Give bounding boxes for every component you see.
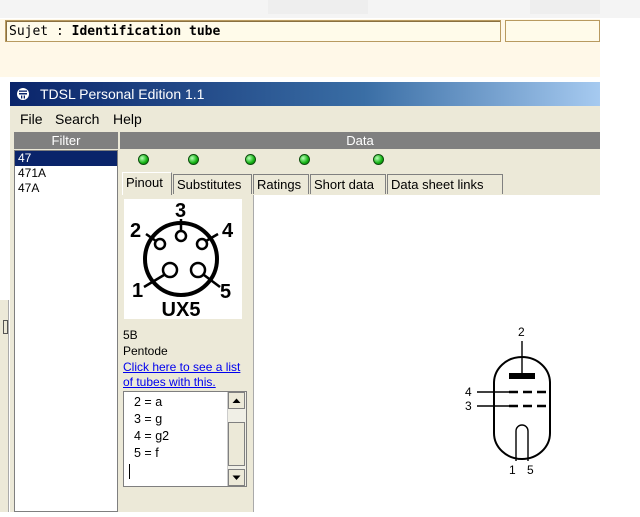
edge-mark bbox=[3, 320, 8, 334]
schematic-pin-label: 3 bbox=[465, 399, 472, 413]
subject-label: Sujet : bbox=[9, 24, 72, 39]
pin-assignment-line: 5 = f bbox=[134, 446, 159, 460]
tube-type: Pentode bbox=[123, 344, 168, 358]
tab-substitutes[interactable]: Substitutes bbox=[173, 174, 252, 194]
data-tabs: Pinout Substitutes Ratings Short data Da… bbox=[120, 172, 600, 195]
status-led bbox=[138, 154, 149, 165]
status-led bbox=[188, 154, 199, 165]
status-led bbox=[245, 154, 256, 165]
title-bar[interactable]: TDSL Personal Edition 1.1 bbox=[10, 82, 600, 106]
filter-list-item[interactable]: 471A bbox=[15, 166, 117, 181]
menu-file[interactable]: File bbox=[20, 108, 43, 130]
pin-number-label: 4 bbox=[222, 220, 234, 242]
scroll-thumb[interactable] bbox=[228, 422, 245, 466]
menu-search[interactable]: Search bbox=[55, 108, 99, 130]
pin-assignment-line: 4 = g2 bbox=[134, 429, 170, 443]
base-code: 5B bbox=[123, 328, 138, 342]
pin-number-label: 5 bbox=[220, 281, 231, 303]
scroll-up-button[interactable] bbox=[228, 392, 245, 409]
base-diagram-svg: 1 2 3 4 5 UX5 bbox=[130, 200, 234, 321]
app-icon bbox=[17, 88, 29, 100]
schematic-pin-label: 1 bbox=[509, 463, 516, 477]
tab-pinout[interactable]: Pinout bbox=[122, 172, 172, 195]
pin-number-label: 1 bbox=[132, 280, 143, 302]
subject-field[interactable]: Sujet : Identification tube bbox=[5, 20, 501, 42]
background-shape bbox=[530, 0, 600, 14]
window-title: TDSL Personal Edition 1.1 bbox=[40, 86, 205, 102]
text-caret bbox=[129, 464, 130, 479]
status-led-row bbox=[120, 150, 600, 170]
pin-assignment-textarea[interactable]: 2 = a 3 = g 4 = g2 5 = f bbox=[123, 391, 247, 487]
arrow-up-icon bbox=[232, 398, 241, 403]
data-header: Data bbox=[120, 132, 600, 149]
tube-schematic: 2 4 3 1 5 bbox=[465, 325, 551, 477]
filter-list-item[interactable]: 47A bbox=[15, 181, 117, 196]
tube-schematic-panel: 2 4 3 1 5 bbox=[253, 195, 601, 512]
pin-number-label: 2 bbox=[130, 220, 141, 242]
pinout-panel: 1 2 3 4 5 UX5 5B Pentode Click here to s… bbox=[120, 195, 252, 512]
tube-list-link[interactable]: Click here to see a list of tubes with t… bbox=[123, 360, 248, 390]
pin-assignment-line: 3 = g bbox=[134, 412, 163, 426]
pin-assignment-line: 2 = a bbox=[134, 395, 163, 409]
filter-header: Filter bbox=[14, 132, 118, 149]
background-strip bbox=[0, 0, 640, 18]
background-shape bbox=[268, 0, 368, 14]
schematic-pin-label: 2 bbox=[518, 325, 525, 339]
filter-list-item[interactable]: 47 bbox=[15, 151, 117, 166]
background-window-edge bbox=[0, 300, 9, 512]
tab-data-sheet-links[interactable]: Data sheet links bbox=[387, 174, 503, 194]
textarea-scrollbar[interactable] bbox=[227, 392, 246, 486]
pin-number-label: 3 bbox=[175, 200, 186, 222]
scroll-down-button[interactable] bbox=[228, 469, 245, 486]
filter-list[interactable]: 47 471A 47A bbox=[14, 150, 118, 512]
tab-ratings[interactable]: Ratings bbox=[253, 174, 309, 194]
base-type-label: UX5 bbox=[162, 299, 201, 319]
secondary-field[interactable] bbox=[505, 20, 600, 42]
arrow-down-icon bbox=[232, 475, 241, 480]
schematic-pin-label: 5 bbox=[527, 463, 534, 477]
app-window: TDSL Personal Edition 1.1 File Search He… bbox=[10, 82, 601, 512]
menu-help[interactable]: Help bbox=[113, 108, 142, 130]
status-led bbox=[299, 154, 310, 165]
menu-bar: File Search Help bbox=[10, 108, 600, 130]
schematic-pin-label: 4 bbox=[465, 385, 472, 399]
base-diagram: 1 2 3 4 5 UX5 bbox=[124, 199, 242, 321]
subject-value: Identification tube bbox=[71, 24, 221, 39]
status-led bbox=[373, 154, 384, 165]
subject-bar: Sujet : Identification tube bbox=[0, 19, 600, 77]
tab-short-data[interactable]: Short data bbox=[310, 174, 386, 194]
